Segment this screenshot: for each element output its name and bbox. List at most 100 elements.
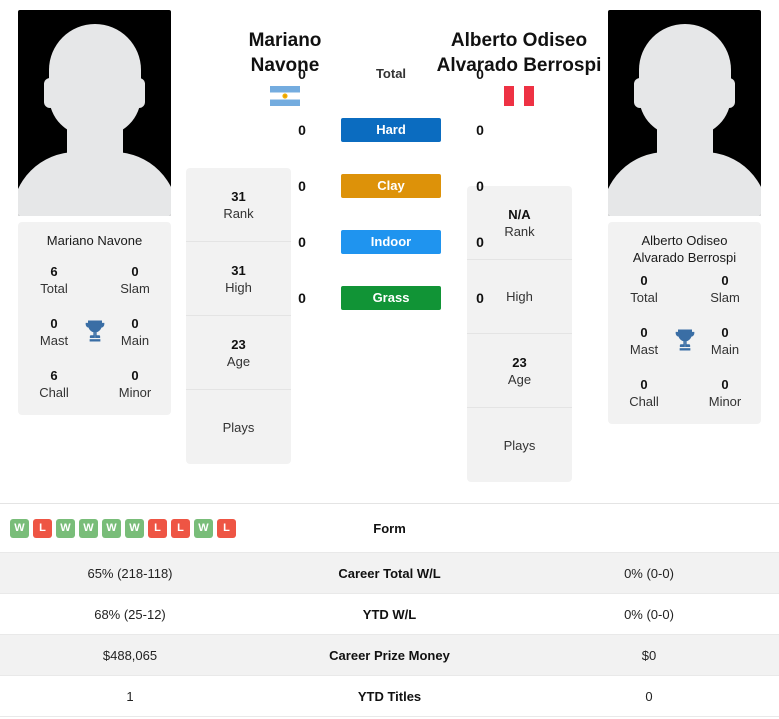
right-titles-slam-label: Slam	[710, 290, 740, 305]
surface-left-count: 0	[298, 290, 306, 306]
right-player-card-name: Alberto Odiseo Alvarado Berrospi	[614, 232, 755, 266]
right-player-stat-value: $0	[641, 647, 657, 663]
left-titles-minor-value: 0	[131, 368, 139, 383]
form-badge-win[interactable]: W	[102, 518, 121, 538]
form-badge-win[interactable]: W	[79, 518, 98, 538]
left-titles-main-value: 0	[131, 316, 139, 331]
right-high-label: High	[506, 289, 533, 304]
left-titles-chall-label: Chall	[39, 385, 69, 400]
right-titles-mast-value: 0	[640, 325, 648, 340]
left-player-stat-value: 65% (218-118)	[87, 565, 173, 581]
form-badge-loss[interactable]: L	[148, 518, 167, 538]
surface-right-count: 0	[476, 234, 484, 250]
trophy-icon	[81, 317, 109, 345]
left-high-row: 31 High	[186, 242, 291, 316]
left-player-stat-value: 68% (25-12)	[94, 606, 166, 622]
right-player-stat-value: 0% (0-0)	[624, 565, 674, 581]
right-titles-slam: 0 Slam	[695, 272, 755, 306]
avatar-ear-left	[44, 78, 56, 108]
surface-badge-total: Total	[375, 66, 407, 81]
form-badge-loss[interactable]: L	[217, 518, 236, 538]
form-badge-win[interactable]: W	[10, 518, 29, 538]
left-rank-value: 31	[231, 188, 246, 204]
form-badge-loss[interactable]: L	[33, 518, 52, 538]
surface-right-count: 0	[476, 66, 484, 82]
left-age-row: 23 Age	[186, 316, 291, 390]
left-titles-minor-label: Minor	[118, 385, 152, 400]
right-titles-slam-value: 0	[721, 273, 729, 288]
surface-row-indoor: 0 Indoor 0	[291, 228, 491, 256]
avatar-body	[608, 152, 761, 216]
surface-badge-grass: Grass	[341, 286, 441, 310]
right-titles-row-1: 0 Total 0 Slam	[614, 272, 755, 306]
right-titles-row-3: 0 Chall 0 Minor	[614, 376, 755, 410]
left-plays-row: Plays	[186, 390, 291, 464]
left-titles-mast-value: 0	[50, 316, 58, 331]
left-high-label: High	[225, 279, 252, 295]
form-badge-win[interactable]: W	[56, 518, 75, 538]
left-titles-main: 0 Main	[105, 315, 165, 349]
right-titles-chall: 0 Chall	[614, 376, 674, 410]
surface-right-count: 0	[476, 290, 484, 306]
right-titles-chall-value: 0	[640, 377, 648, 392]
left-titles-mast-label: Mast	[39, 333, 69, 348]
left-age-value: 23	[231, 336, 246, 352]
comparison-header: Mariano Navone 6 Total 0 Slam 0 Mast 0 M…	[0, 0, 779, 492]
right-titles-total-value: 0	[640, 273, 648, 288]
avatar-ear-right	[133, 78, 145, 108]
surface-right-count: 0	[476, 178, 484, 194]
form-badge-win[interactable]: W	[194, 518, 213, 538]
right-titles-total-label: Total	[630, 290, 658, 305]
peru-flag-icon	[504, 86, 534, 106]
left-titles-total-value: 6	[50, 264, 58, 279]
right-titles-minor-value: 0	[721, 377, 729, 392]
right-titles-mast: 0 Mast	[614, 324, 674, 358]
form-badge-win[interactable]: W	[125, 518, 144, 538]
left-player-titles-card: Mariano Navone 6 Total 0 Slam 0 Mast 0 M…	[18, 222, 171, 415]
right-titles-main-label: Main	[710, 342, 740, 357]
avatar-ear-right	[723, 78, 735, 108]
left-rank-label: Rank	[223, 205, 254, 221]
right-rank-value: N/A	[508, 206, 531, 222]
stat-row-label: Career Total W/L	[338, 565, 441, 581]
stat-row-label: Career Prize Money	[329, 647, 450, 663]
left-titles-row-2: 0 Mast 0 Main	[24, 315, 165, 349]
surface-right-count: 0	[476, 122, 484, 138]
surface-row-total: 0 Total 0	[291, 60, 491, 88]
surface-left-count: 0	[298, 122, 306, 138]
table-row: 65% (218-118) Career Total W/L 0% (0-0)	[0, 553, 779, 594]
avatar-ear-left	[634, 78, 646, 108]
right-player-name-line1: Alberto Odiseo	[450, 30, 588, 51]
surface-row-hard: 0 Hard 0	[291, 116, 491, 144]
trophy-icon	[671, 326, 699, 354]
surface-badge-indoor: Indoor	[341, 230, 441, 254]
left-titles-total-label: Total	[40, 281, 68, 296]
right-titles-mast-label: Mast	[629, 342, 659, 357]
right-titles-minor: 0 Minor	[695, 376, 755, 410]
table-row: 1 YTD Titles 0	[0, 676, 779, 717]
right-plays-row: Plays	[467, 408, 572, 482]
player-comparison-page: Mariano Navone 6 Total 0 Slam 0 Mast 0 M…	[0, 0, 779, 719]
left-titles-mast: 0 Mast	[24, 315, 84, 349]
left-player-name-line1: Mariano	[248, 30, 322, 51]
left-rank-row: 31 Rank	[186, 168, 291, 242]
surface-badge-hard: Hard	[341, 118, 441, 142]
left-titles-minor: 0 Minor	[105, 367, 165, 401]
form-row: WLWWWWLLWL Form	[0, 504, 779, 553]
left-player-card-name: Mariano Navone	[46, 233, 143, 248]
left-titles-row-3: 6 Chall 0 Minor	[24, 367, 165, 401]
right-titles-chall-label: Chall	[629, 394, 659, 409]
surface-left-count: 0	[298, 178, 306, 194]
left-age-label: Age	[226, 353, 251, 369]
left-titles-slam-value: 0	[131, 264, 139, 279]
left-titles-total: 6 Total	[24, 263, 84, 297]
avatar-silhouette-icon	[48, 24, 141, 136]
left-titles-row-1: 6 Total 0 Slam	[24, 263, 165, 297]
right-player-card-name-line2: Alvarado Berrospi	[632, 250, 737, 265]
form-row-label: Form	[373, 520, 406, 536]
left-player-stat-value: $488,065	[102, 647, 158, 663]
right-titles-total: 0 Total	[614, 272, 674, 306]
form-badge-loss[interactable]: L	[171, 518, 190, 538]
right-player-photo	[608, 10, 761, 216]
right-player-column: Alberto Odiseo Alvarado Berrospi 0 Total…	[608, 10, 761, 424]
